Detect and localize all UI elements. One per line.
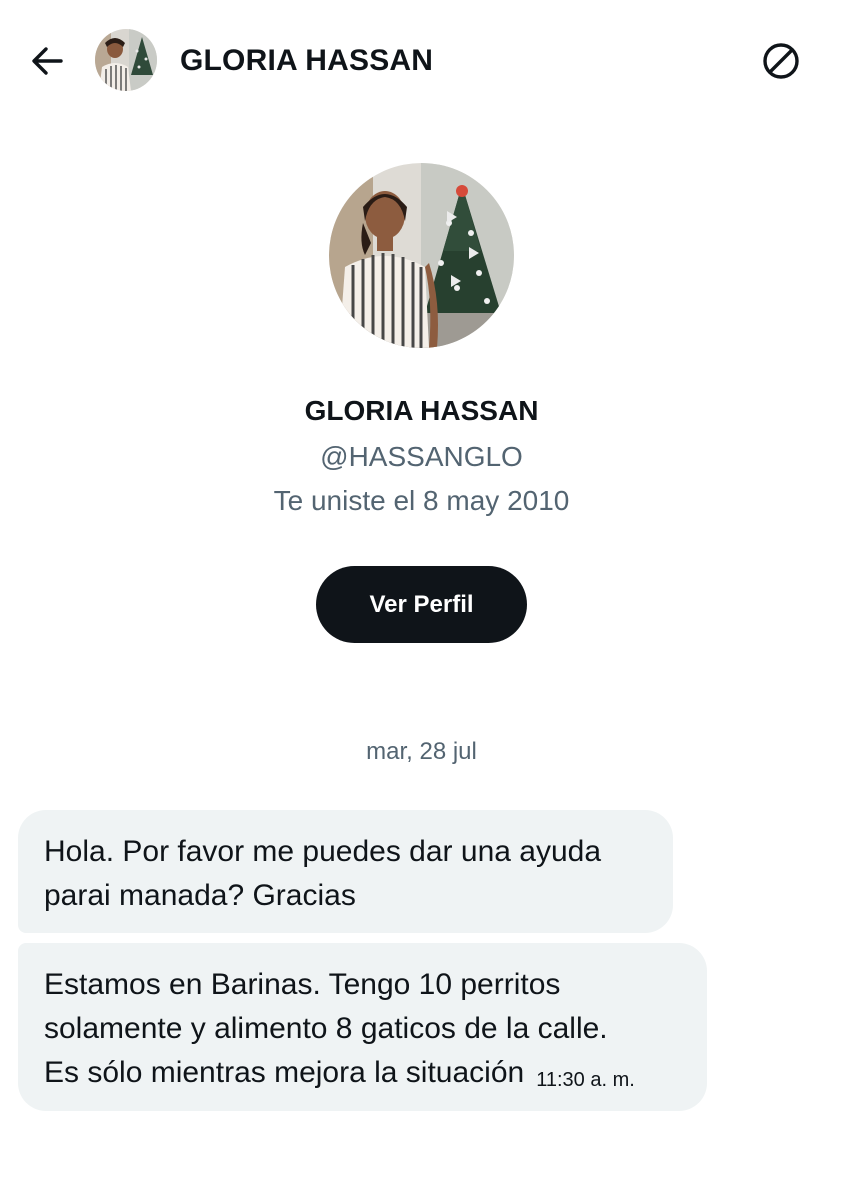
- message-bubble[interactable]: Hola. Por favor me puedes dar una ayuda …: [18, 810, 673, 933]
- profile-name: GLORIA HASSAN: [304, 395, 539, 426]
- message-line: Hola. Por favor me puedes dar una ayuda: [44, 835, 602, 868]
- message-line: Es sólo mientras mejora la situación: [44, 1056, 525, 1089]
- message-last-line: Es sólo mientras mejora la situación 11:3…: [44, 1051, 681, 1098]
- message-bubble[interactable]: Estamos en Barinas. Tengo 10 perritos so…: [18, 943, 707, 1111]
- message-timestamp: 11:30 a. m.: [536, 1069, 635, 1091]
- profile-handle: @HASSANGLO: [320, 441, 523, 472]
- message-line: parai manada? Gracias: [44, 879, 356, 912]
- profile-joined-date: Te uniste el 8 may 2010: [273, 485, 570, 516]
- block-icon: [763, 43, 799, 79]
- view-profile-button[interactable]: Ver Perfil: [316, 566, 527, 643]
- conversation-header: GLORIA HASSAN: [0, 0, 843, 120]
- avatar-image: [95, 29, 157, 91]
- profile-photo: [329, 163, 514, 348]
- date-separator: mar, 28 jul: [366, 738, 477, 765]
- message-line: solamente y alimento 8 gaticos de la cal…: [44, 1012, 608, 1045]
- back-button[interactable]: [24, 38, 70, 84]
- header-avatar[interactable]: [95, 29, 157, 91]
- arrow-left-icon: [32, 47, 63, 75]
- profile-avatar[interactable]: [329, 163, 514, 348]
- header-name[interactable]: GLORIA HASSAN: [180, 42, 433, 80]
- block-button[interactable]: [758, 38, 804, 84]
- message-line: Estamos en Barinas. Tengo 10 perritos: [44, 968, 561, 1001]
